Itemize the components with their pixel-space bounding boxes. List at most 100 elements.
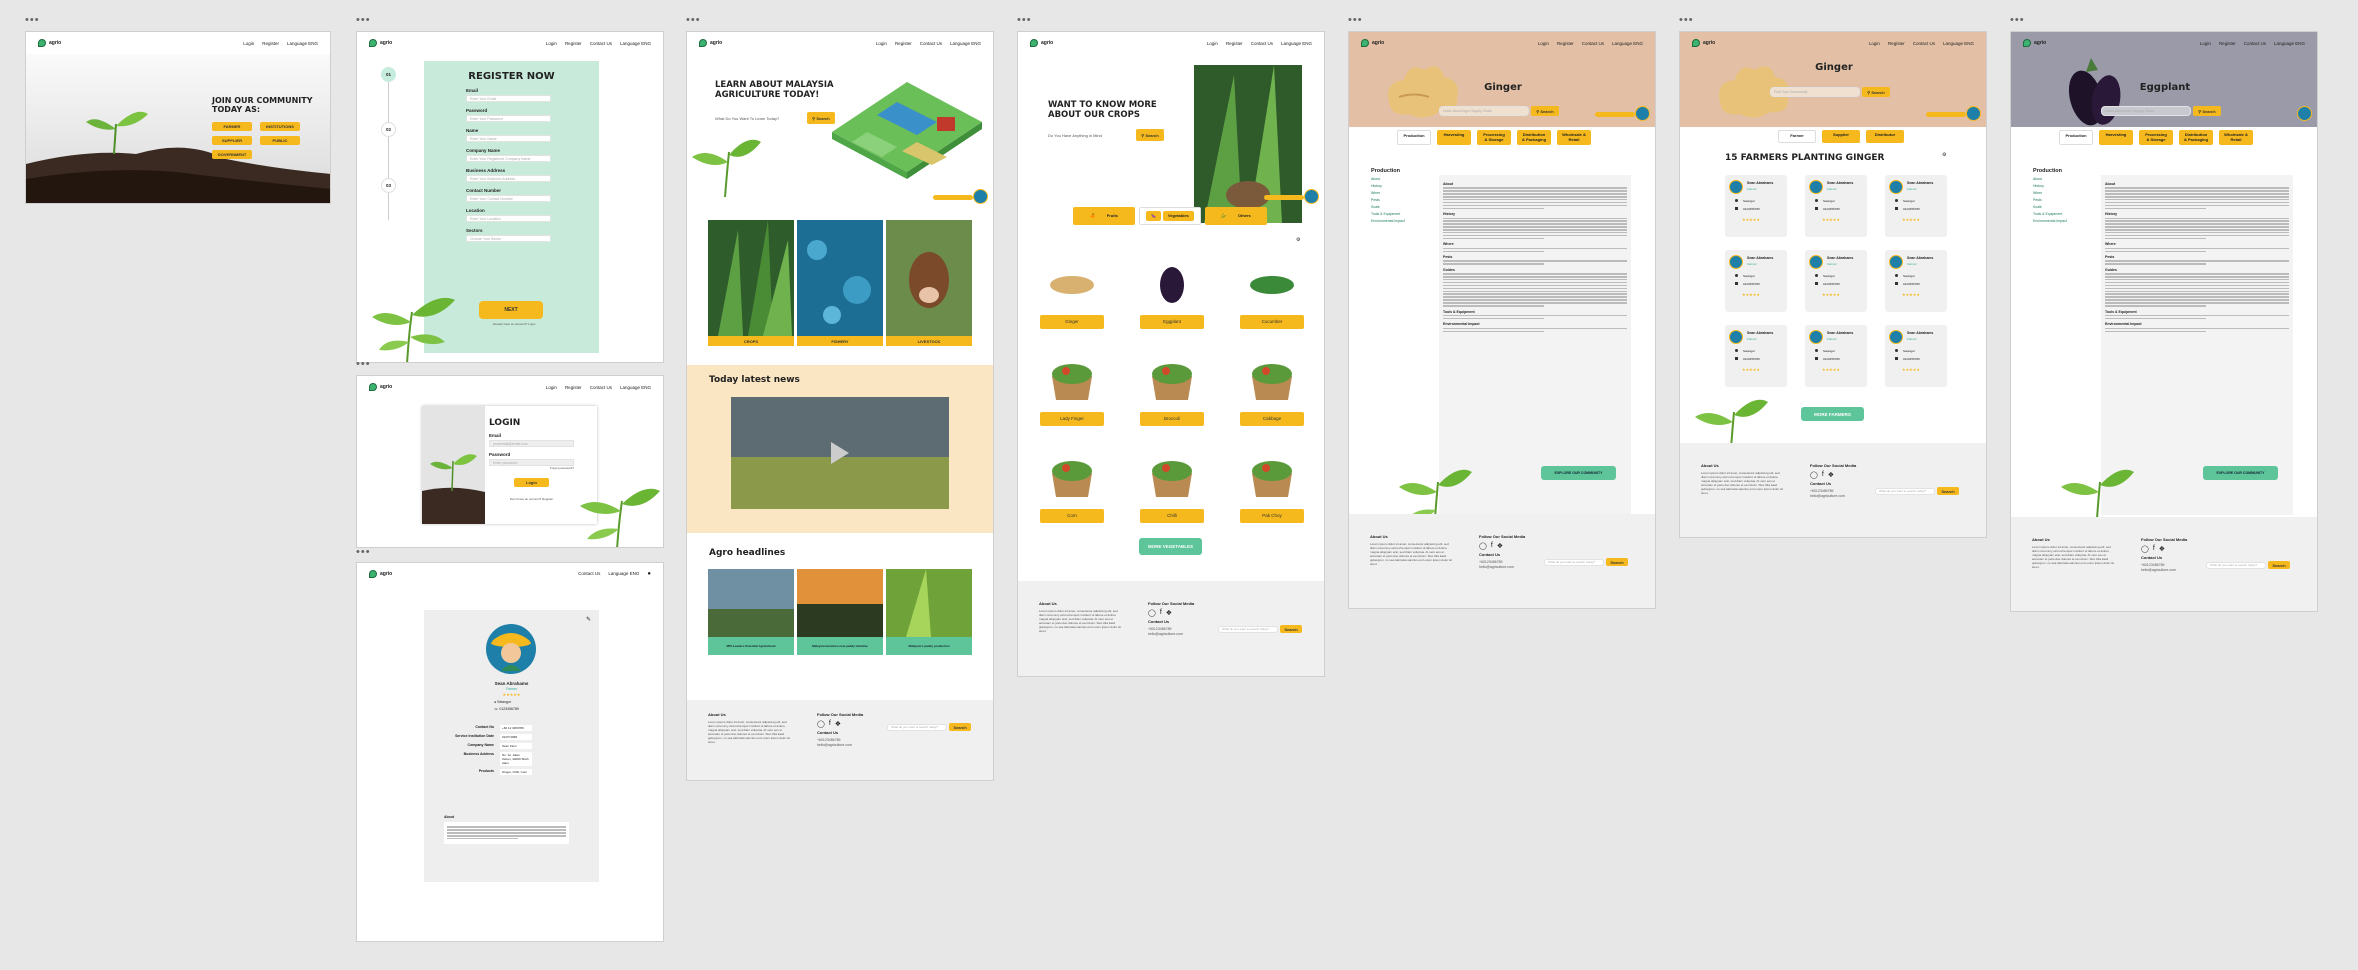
farmer-card[interactable]: Sean Abrahams Farmer Selangor 0123456789 ★★★… [1805,250,1867,312]
community-search-input[interactable]: Find Your Community [1770,87,1860,97]
nav-language[interactable]: Language ENG [1943,41,1974,46]
twitter-icon[interactable]: ❖ [2159,545,2165,553]
nav-contact[interactable]: Contact Us [1582,41,1604,46]
nav-language[interactable]: Language ENG [1281,41,1312,46]
frame-handle[interactable]: ••• [1017,15,1032,26]
role-institutions-button[interactable]: INSTITUTIONS [260,122,300,131]
logo[interactable]: agrio [699,39,722,47]
ginger-search-input[interactable]: Learn About Agro Supply Chain [1439,106,1529,116]
logo[interactable]: agrio [1361,39,1384,47]
user-icon[interactable]: ● [647,571,651,577]
nav-language[interactable]: Language ENG [1612,41,1643,46]
frame-handle[interactable]: ••• [2010,15,2025,26]
nav-contact[interactable]: Contact Us [590,41,612,46]
facebook-icon[interactable]: f [1822,471,1824,479]
nav-login[interactable]: Login [876,41,887,46]
edit-icon[interactable]: ✎ [586,616,591,623]
logo[interactable]: agrio [1030,39,1053,47]
nav-language[interactable]: Language ENG [287,41,318,46]
farmer-card[interactable]: Sean Abrahams Farmer Selangor 0123456789 ★★★… [1805,175,1867,237]
nav-language[interactable]: Language ENG [608,571,639,577]
nav-contact[interactable]: Contact Us [578,571,600,577]
facebook-icon[interactable]: f [1160,609,1162,617]
twitter-icon[interactable]: ❖ [1828,471,1834,479]
nav-login[interactable]: Login [546,41,557,46]
facebook-icon[interactable]: f [2153,545,2155,553]
more-vegetables-button[interactable]: MORE VEGETABLES [1139,538,1202,555]
headline-card-1[interactable]: MPI-Leaders Potential Agricultural [708,569,794,655]
news-video[interactable] [731,397,949,509]
field-input[interactable]: Enter Your Business Address [466,175,551,182]
nav-contact[interactable]: Contact Us [2244,41,2266,46]
nav-register[interactable]: Register [1888,41,1905,46]
frame-handle[interactable]: ••• [356,547,371,558]
crop-card[interactable]: Corn [1040,451,1104,523]
learn-search-placeholder[interactable]: What Do You Want To Learn Today? [715,116,805,121]
footer-search-input[interactable]: What do you want to search today? [2206,561,2266,569]
nav-contact[interactable]: Contact Us [1913,41,1935,46]
instagram-icon[interactable]: ◯ [1148,609,1156,617]
nav-register[interactable]: Register [2219,41,2236,46]
farmer-card[interactable]: Sean Abrahams Farmer Selangor 0123456789 ★★★… [1725,325,1787,387]
login-button[interactable]: Login [514,478,549,487]
register-link[interactable]: Don't have an account? Register [489,497,574,502]
farmer-card[interactable]: Sean Abrahams Farmer Selangor 0123456789 ★★★… [1725,250,1787,312]
farmer-card[interactable]: Sean Abrahams Farmer Selangor 0123456789 ★★★… [1885,325,1947,387]
nav-register[interactable]: Register [565,41,582,46]
field-input[interactable]: Choose Your Sector [466,235,551,242]
nav-login[interactable]: Login [2200,41,2211,46]
sidebar-link[interactable]: History [2033,184,2067,188]
field-input[interactable]: Enter Your Location [466,215,551,222]
farmer-card[interactable]: Sean Abrahams Farmer Selangor 0123456789 ★★★… [1885,250,1947,312]
farmer-card[interactable]: Sean Abrahams Farmer Selangor 0123456789 ★★★… [1725,175,1787,237]
nav-language[interactable]: Language ENG [620,385,651,390]
next-button[interactable]: NEXT [479,301,543,319]
nav-register[interactable]: Register [1226,41,1243,46]
footer-search-input[interactable]: What do you want to search today? [1218,625,1278,633]
farmer-card[interactable]: Sean Abrahams Farmer Selangor 0123456789 ★★★… [1885,175,1947,237]
logo[interactable]: agrio [1692,39,1715,47]
nav-register[interactable]: Register [565,385,582,390]
nav-register[interactable]: Register [1557,41,1574,46]
tab-supplier[interactable]: Supplier [1822,130,1860,143]
footer-search-button[interactable]: Search [1280,625,1302,633]
chat-banner[interactable] [933,195,973,200]
role-public-button[interactable]: PUBLIC [260,136,300,145]
email-input[interactable]: youremail@email.com [489,440,574,447]
sidebar-link[interactable]: Scale [2033,205,2067,209]
nav-register[interactable]: Register [262,41,279,46]
footer-search-input[interactable]: What do you want to search today? [887,723,947,731]
footer-search-button[interactable]: Search [1937,487,1959,495]
instagram-icon[interactable]: ◯ [817,720,825,728]
footer-search-button[interactable]: Search [2268,561,2290,569]
logo[interactable]: agrio [369,383,392,391]
nav-register[interactable]: Register [895,41,912,46]
filter-icon[interactable]: ⚙ [1942,152,1946,158]
eggplant-search-input[interactable]: Learn About Agro Supply Chain [2101,106,2191,116]
tab-others[interactable]: 🌽 Others [1205,207,1267,225]
sidebar-link[interactable]: About [1371,177,1405,181]
filter-icon[interactable]: ⚙ [1296,237,1300,243]
tab-supply-chain[interactable]: Processing & Storage [1477,130,1511,145]
crop-card[interactable]: Broccoli [1140,354,1204,426]
explore-community-button[interactable]: EXPLORE OUR COMMUNITY [2203,466,2278,480]
logo[interactable]: agrio [2023,39,2046,47]
role-government-button[interactable]: GOVERNMENT [212,150,252,159]
frame-handle[interactable]: ••• [25,15,40,26]
frame-handle[interactable]: ••• [686,15,701,26]
category-crops[interactable]: CROPS [708,220,794,346]
twitter-icon[interactable]: ❖ [1166,609,1172,617]
sidebar-link[interactable]: Pests [2033,198,2067,202]
tab-vegetables[interactable]: 🍆 Vegetables [1139,207,1201,225]
tab-supply-chain[interactable]: Harvesting [2099,130,2133,145]
facebook-icon[interactable]: f [1491,542,1493,550]
nav-login[interactable]: Login [243,41,254,46]
chat-banner[interactable] [1264,195,1304,200]
instagram-icon[interactable]: ◯ [1479,542,1487,550]
field-input[interactable]: Enter Your Registered Company Name [466,155,551,162]
frame-handle[interactable]: ••• [356,359,371,370]
crops-search-placeholder[interactable]: Do You Have Anything in Mind [1048,133,1133,138]
tab-supply-chain[interactable]: Wholesale & Retail [2219,130,2253,145]
footer-search-button[interactable]: Search [949,723,971,731]
field-input[interactable]: Enter Your Email [466,95,551,102]
